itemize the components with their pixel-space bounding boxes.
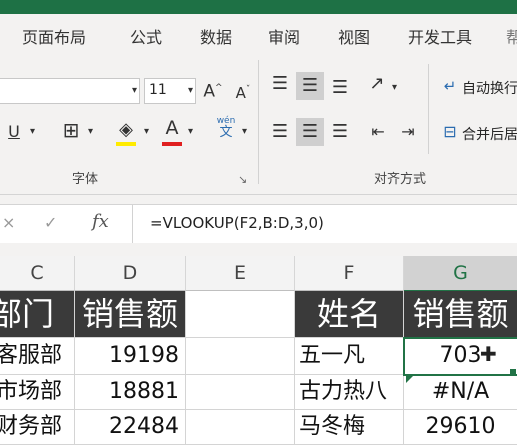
table-header-cell[interactable]: 姓名	[295, 291, 404, 338]
tab-review[interactable]: 审阅	[268, 24, 300, 48]
table-cell[interactable]: 22484	[75, 410, 186, 445]
increase-indent-icon[interactable]: ⇥	[396, 122, 420, 142]
fill-color-swatch	[116, 142, 136, 146]
table-cell[interactable]: 客服部	[0, 338, 75, 375]
table-cell[interactable]: #N/A	[404, 375, 517, 410]
wrap-text-button[interactable]: 自动换行	[462, 78, 517, 98]
table-cell[interactable]	[186, 338, 295, 375]
group-divider	[428, 64, 429, 154]
group-divider	[258, 60, 259, 184]
table-header-cell[interactable]: 销售额	[404, 291, 517, 338]
chevron-down-icon[interactable]: ▾	[144, 122, 149, 142]
font-name-dropdown[interactable]: ▾	[0, 78, 140, 104]
table-header-cell[interactable]: 销售额	[75, 291, 186, 338]
chevron-down-icon: ▾	[131, 85, 137, 96]
ribbon-body: ▾ 11 ▾ A^ Aˇ U ▾ ⊞ ▾ ◈ ▾ A ▾ wén 文 ▾ 字体 …	[0, 54, 517, 195]
align-center-icon[interactable]: ☰	[296, 118, 324, 146]
table-cell[interactable]: 马冬梅	[295, 410, 404, 445]
merge-center-icon[interactable]: ⊟	[438, 122, 462, 142]
font-color-swatch	[162, 142, 182, 146]
insert-function-button[interactable]: fx	[92, 211, 109, 232]
table-cell[interactable]: 29610	[404, 410, 517, 445]
table-cell[interactable]	[186, 410, 295, 445]
ribbon-tabs: 页面布局 公式 数据 审阅 视图 开发工具 帮	[0, 14, 517, 54]
table-cell[interactable]: 703	[404, 338, 517, 375]
chevron-down-icon: ▾	[187, 85, 193, 96]
align-bottom-icon[interactable]: ☰	[328, 78, 352, 98]
font-color-button[interactable]: A	[162, 118, 182, 138]
align-right-icon[interactable]: ☰	[328, 122, 352, 142]
table-cell[interactable]: 五一凡	[295, 338, 404, 375]
tab-view[interactable]: 视图	[338, 24, 370, 48]
table-cell[interactable]: 19198	[75, 338, 186, 375]
chevron-down-icon[interactable]: ▾	[30, 122, 35, 142]
column-header-c[interactable]: C	[0, 256, 75, 291]
chevron-down-icon[interactable]: ▾	[392, 78, 397, 98]
chevron-down-icon[interactable]: ▾	[88, 122, 93, 142]
merge-center-button[interactable]: 合并后居中	[462, 124, 517, 144]
decrease-font-button[interactable]: Aˇ	[232, 80, 254, 103]
font-size-dropdown[interactable]: 11 ▾	[144, 78, 196, 104]
formula-input[interactable]: =VLOOKUP(F2,B:D,3,0)	[150, 214, 324, 232]
tab-data[interactable]: 数据	[200, 24, 232, 48]
table-cell[interactable]: 市场部	[0, 375, 75, 410]
font-size-value: 11	[149, 82, 167, 98]
column-header-d[interactable]: D	[75, 256, 186, 291]
column-header-g[interactable]: G	[404, 256, 517, 292]
cancel-icon[interactable]: ×	[2, 213, 15, 233]
title-bar-strip	[0, 0, 517, 14]
tab-page-layout[interactable]: 页面布局	[22, 24, 86, 48]
formula-divider	[132, 205, 133, 243]
wrap-text-icon[interactable]: ↵	[438, 76, 462, 96]
table-cell[interactable]: 财务部	[0, 410, 75, 445]
borders-icon[interactable]: ⊞	[58, 120, 84, 140]
dialog-launcher-icon[interactable]: ↘	[238, 170, 247, 190]
table-cell[interactable]: 古力热八	[295, 375, 404, 410]
fill-handle[interactable]	[510, 369, 516, 375]
align-middle-icon[interactable]: ☰	[296, 72, 324, 100]
underline-button[interactable]: U	[6, 122, 22, 142]
fill-color-icon[interactable]: ◈	[114, 120, 138, 140]
table-cell[interactable]	[186, 375, 295, 410]
chevron-down-icon[interactable]: ▾	[188, 122, 193, 142]
decrease-indent-icon[interactable]: ⇤	[366, 122, 390, 142]
enter-check-icon[interactable]: ✓	[44, 213, 57, 233]
align-left-icon[interactable]: ☰	[268, 122, 292, 142]
orientation-icon[interactable]: ↗	[364, 74, 390, 94]
grid-top-gap	[0, 243, 517, 256]
formula-bar: × ✓ fx =VLOOKUP(F2,B:D,3,0)	[0, 204, 517, 244]
cell-cursor-icon: ✚	[480, 342, 497, 366]
error-indicator-icon[interactable]	[406, 376, 413, 383]
align-top-icon[interactable]: ☰	[268, 74, 292, 94]
phonetic-guide-button[interactable]: wén 文	[212, 116, 240, 148]
tab-developer[interactable]: 开发工具	[408, 24, 472, 48]
tab-overflow[interactable]: 帮	[506, 24, 517, 48]
table-header-cell[interactable]: 部门	[0, 291, 75, 338]
table-cell[interactable]: 18881	[75, 375, 186, 410]
group-label-font: 字体	[72, 172, 99, 187]
increase-font-button[interactable]: A^	[202, 78, 224, 102]
tab-formulas[interactable]: 公式	[130, 24, 162, 48]
column-header-f[interactable]: F	[295, 256, 404, 291]
column-header-e[interactable]: E	[186, 256, 295, 291]
table-cell[interactable]	[186, 291, 295, 338]
chevron-down-icon[interactable]: ▾	[242, 122, 247, 142]
group-label-alignment: 对齐方式	[374, 172, 427, 187]
